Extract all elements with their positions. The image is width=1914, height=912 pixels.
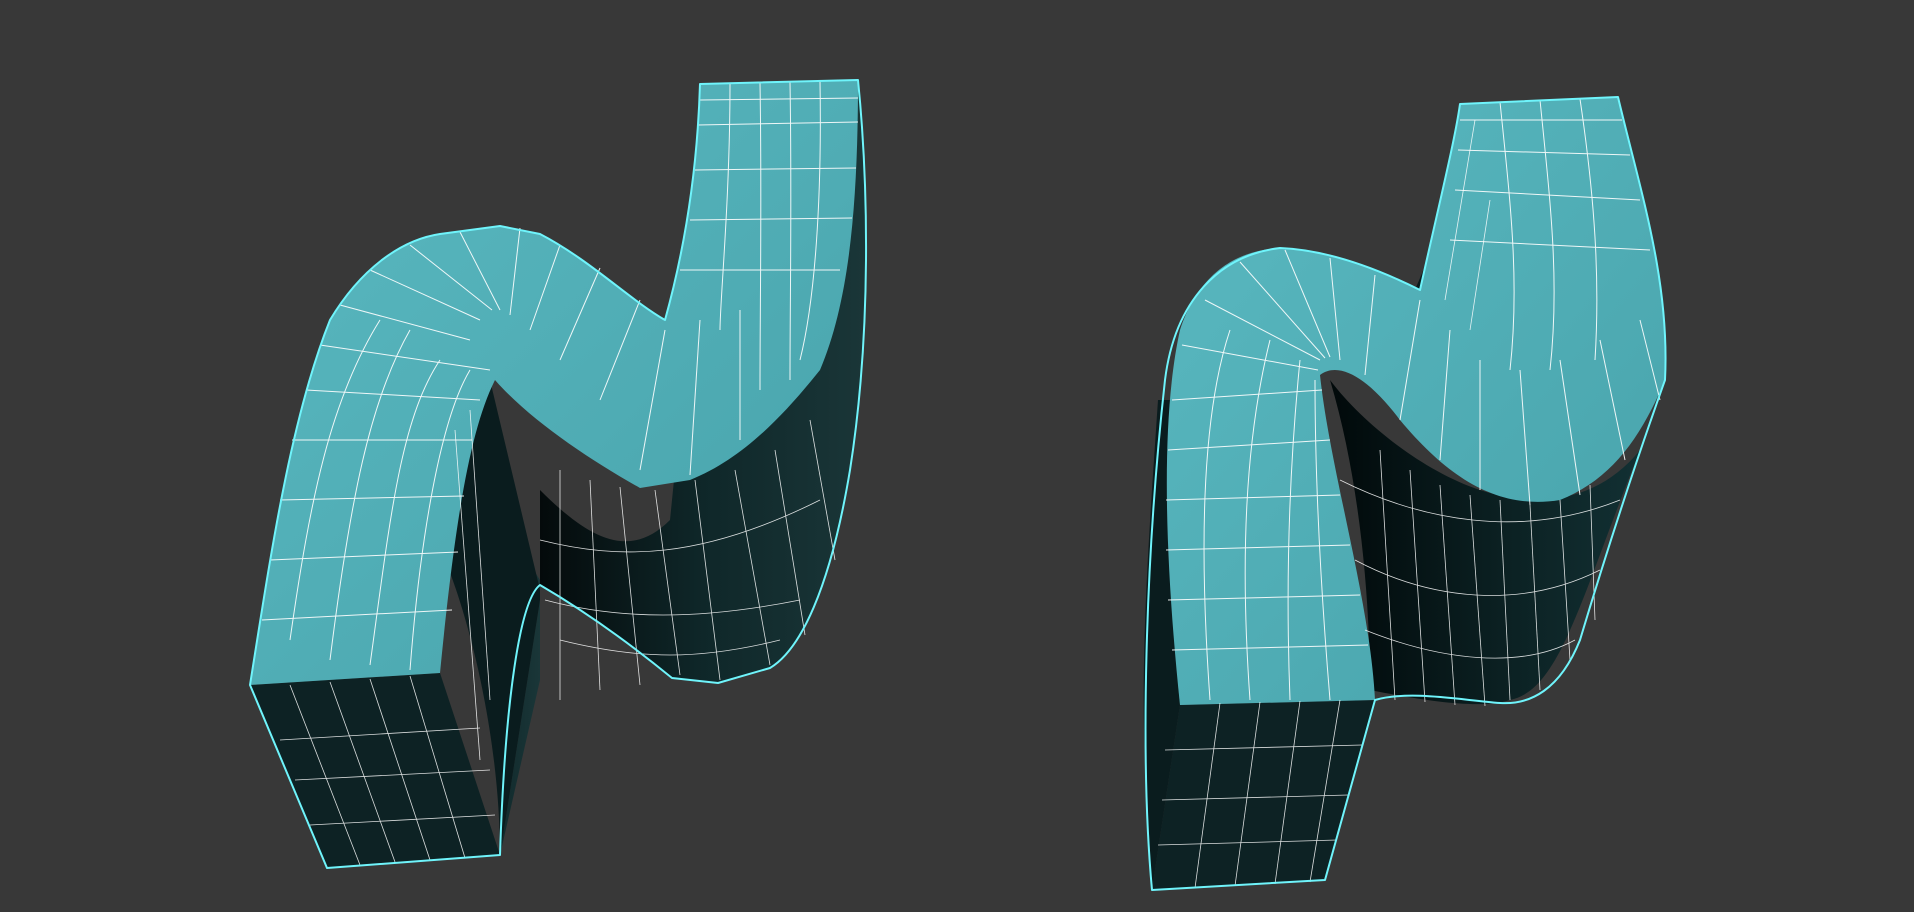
right-s-mesh[interactable] bbox=[1143, 96, 1667, 891]
left-s-mesh[interactable] bbox=[249, 79, 868, 869]
left-mesh-front-face bbox=[250, 673, 500, 868]
3d-viewport[interactable] bbox=[0, 0, 1914, 912]
viewport-canvas[interactable] bbox=[0, 0, 1914, 912]
